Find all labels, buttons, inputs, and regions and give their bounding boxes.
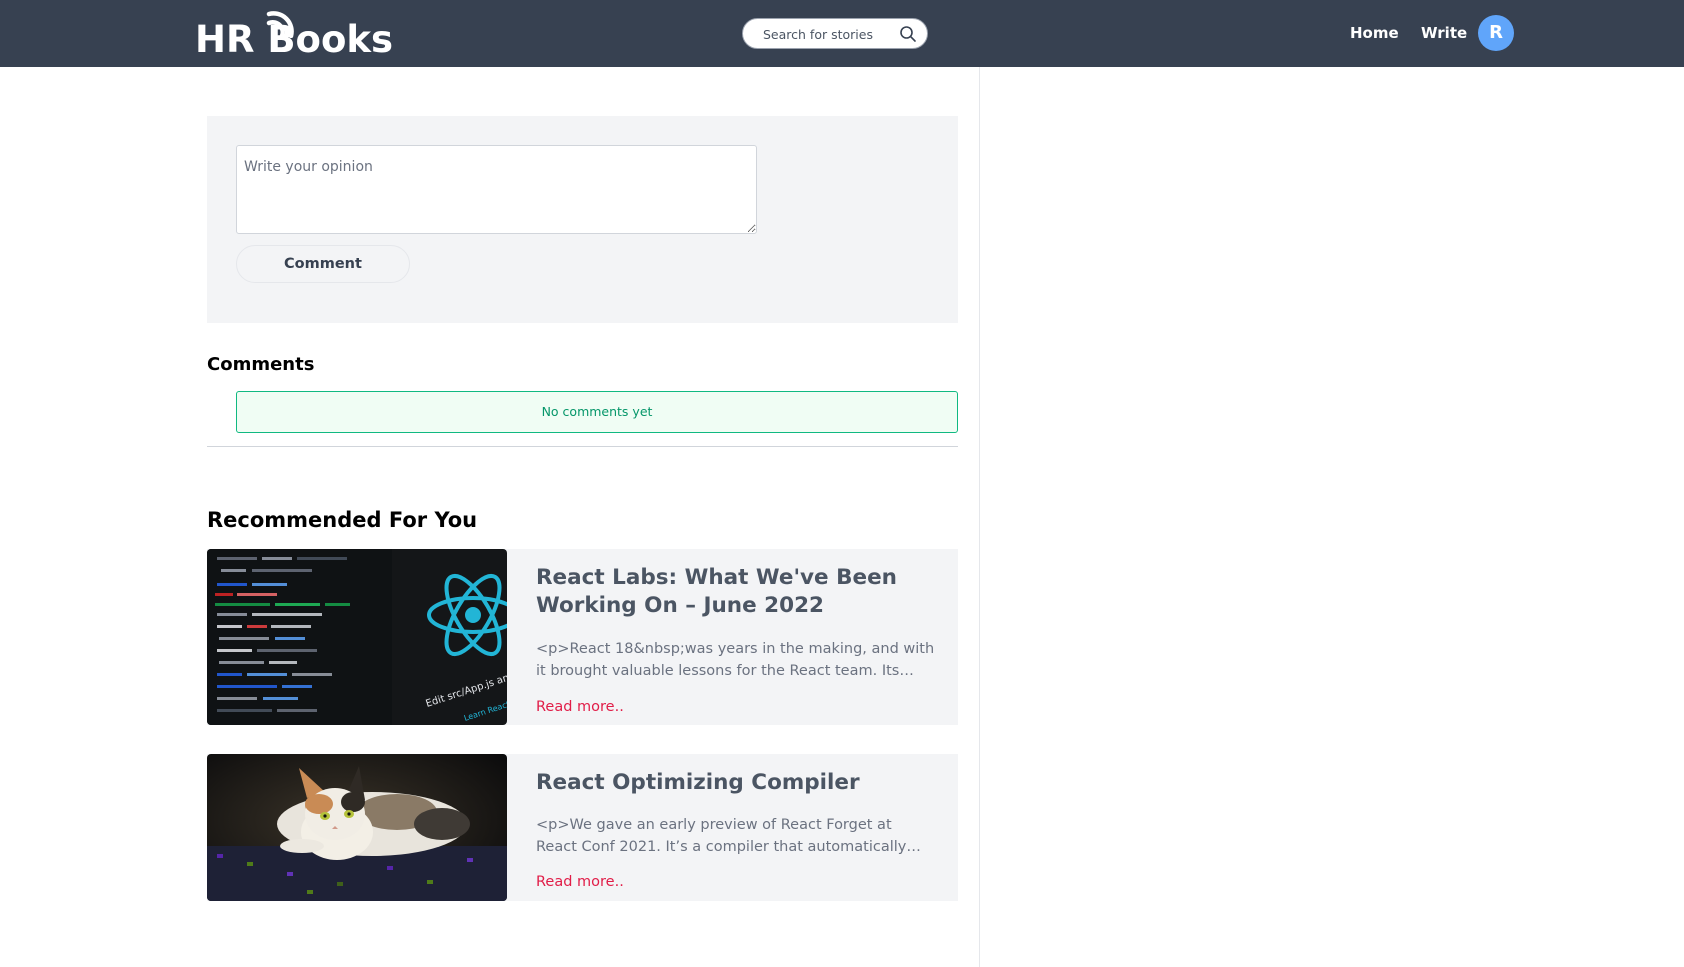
navbar: HR Books Home Write R bbox=[0, 0, 1684, 67]
read-more-link[interactable]: Read more.. bbox=[536, 697, 624, 717]
search-box bbox=[742, 18, 928, 49]
recommended-card[interactable]: Edit src/App.js and save Learn React Rea… bbox=[207, 549, 958, 725]
recommended-card[interactable]: React Optimizing Compiler <p>We gave an … bbox=[207, 754, 958, 901]
react-code-image[interactable]: Edit src/App.js and save Learn React bbox=[207, 549, 507, 725]
nav-home-link[interactable]: Home bbox=[1350, 23, 1399, 43]
avatar[interactable]: R bbox=[1478, 15, 1514, 51]
comment-form: Comment bbox=[207, 116, 958, 323]
no-comments-alert: No comments yet bbox=[236, 391, 958, 433]
cat-illustration bbox=[207, 754, 507, 901]
section-divider bbox=[207, 446, 958, 447]
cat-image[interactable] bbox=[207, 754, 507, 901]
nav-write-link[interactable]: Write bbox=[1421, 23, 1467, 43]
broadcast-icon bbox=[266, 11, 294, 38]
search-input[interactable] bbox=[763, 25, 893, 43]
search-icon[interactable] bbox=[899, 25, 917, 43]
comments-heading: Comments bbox=[207, 354, 315, 375]
card-excerpt: <p>React 18&nbsp;was years in the making… bbox=[536, 641, 935, 679]
site-logo[interactable]: HR Books bbox=[195, 10, 393, 61]
card-title[interactable]: React Optimizing Compiler bbox=[536, 769, 936, 797]
column-divider bbox=[979, 67, 980, 967]
comment-button[interactable]: Comment bbox=[236, 245, 410, 283]
card-title[interactable]: React Labs: What We've Been Working On –… bbox=[536, 564, 936, 620]
card-excerpt: <p>We gave an early preview of React For… bbox=[536, 817, 907, 855]
read-more-link[interactable]: Read more.. bbox=[536, 872, 624, 892]
react-code-illustration: Edit src/App.js and save Learn React bbox=[207, 549, 507, 725]
comment-textarea[interactable] bbox=[236, 145, 757, 234]
recommended-heading: Recommended For You bbox=[207, 508, 478, 532]
